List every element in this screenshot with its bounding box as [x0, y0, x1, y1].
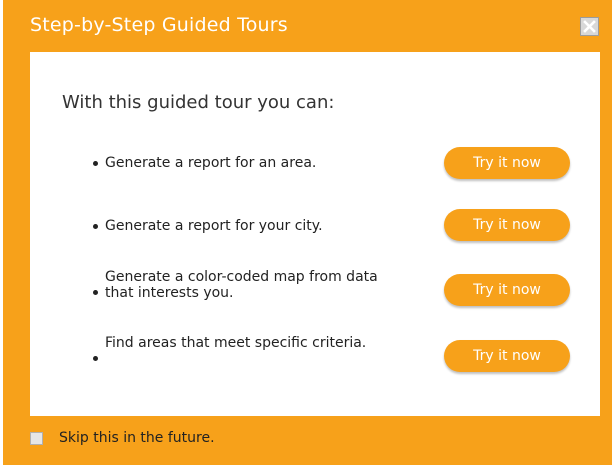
dialog-title: Step-by-Step Guided Tours: [30, 14, 288, 36]
guided-tours-dialog: Step-by-Step Guided Tours With this guid…: [0, 0, 612, 465]
try-it-now-button[interactable]: Try it now: [444, 340, 570, 372]
dialog-footer: Skip this in the future.: [30, 428, 430, 452]
intro-text: With this guided tour you can:: [62, 92, 335, 113]
tour-item-text: Generate a report for your city.: [105, 218, 323, 234]
bullet-icon: [93, 161, 98, 166]
close-icon: [583, 20, 596, 33]
bullet-icon: [93, 356, 98, 361]
skip-checkbox[interactable]: [30, 432, 43, 445]
try-it-now-button[interactable]: Try it now: [444, 274, 570, 306]
tour-item-text: Find areas that meet specific criteria.: [105, 335, 367, 351]
bullet-icon: [93, 290, 98, 295]
try-it-now-button[interactable]: Try it now: [444, 209, 570, 241]
dialog-content: With this guided tour you can: Generate …: [30, 52, 600, 416]
close-button[interactable]: [580, 17, 599, 36]
bullet-icon: [93, 224, 98, 229]
tour-item-text: Generate a color-coded map from data tha…: [105, 269, 378, 301]
skip-label[interactable]: Skip this in the future.: [59, 430, 215, 446]
tour-item-text: Generate a report for an area.: [105, 155, 317, 171]
dialog-titlebar: Step-by-Step Guided Tours: [3, 0, 612, 52]
try-it-now-button[interactable]: Try it now: [444, 147, 570, 179]
